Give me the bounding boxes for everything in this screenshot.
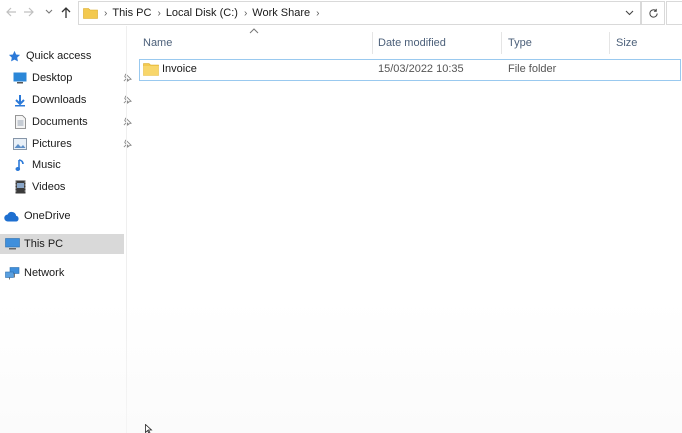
forward-button[interactable] bbox=[20, 3, 38, 21]
sort-ascending-icon bbox=[249, 28, 259, 34]
sidebar-item-pictures[interactable]: Pictures bbox=[0, 134, 136, 154]
address-bar[interactable]: › This PC › Local Disk (C:) › Work Share… bbox=[78, 1, 641, 25]
sidebar-item-quick-access[interactable]: Quick access bbox=[0, 46, 130, 66]
refresh-icon bbox=[648, 8, 658, 18]
file-explorer-window: › This PC › Local Disk (C:) › Work Share… bbox=[0, 0, 682, 433]
up-arrow-icon bbox=[61, 6, 71, 18]
sidebar-item-label: Pictures bbox=[32, 138, 72, 150]
navigation-pane: Quick access Desktop Downloads Documents bbox=[0, 26, 132, 433]
column-header-size[interactable]: Size bbox=[616, 34, 637, 52]
address-dropdown-button[interactable] bbox=[622, 6, 636, 20]
breadcrumb-separator[interactable]: › bbox=[157, 8, 160, 19]
column-header-name[interactable]: Name bbox=[143, 34, 172, 52]
file-type: File folder bbox=[508, 63, 557, 75]
column-separator[interactable] bbox=[609, 32, 610, 54]
breadcrumb-local-disk[interactable]: Local Disk (C:) bbox=[166, 7, 238, 19]
sidebar-item-label: Downloads bbox=[32, 94, 87, 106]
back-arrow-icon bbox=[6, 7, 16, 17]
sidebar-item-label: Videos bbox=[32, 181, 66, 193]
sidebar-item-label: Music bbox=[32, 159, 61, 171]
column-header-date-modified[interactable]: Date modified bbox=[378, 34, 446, 52]
breadcrumb-separator: › bbox=[104, 7, 108, 19]
sidebar-item-label: Documents bbox=[32, 116, 88, 128]
file-date-modified: 15/03/2022 10:35 bbox=[378, 63, 464, 75]
sidebar-item-onedrive[interactable]: OneDrive bbox=[0, 206, 128, 226]
folder-icon bbox=[143, 62, 159, 77]
forward-arrow-icon bbox=[24, 7, 34, 17]
sidebar-item-downloads[interactable]: Downloads bbox=[0, 90, 136, 110]
sidebar-item-this-pc[interactable]: This PC bbox=[0, 234, 124, 254]
sidebar-item-label: This PC bbox=[24, 238, 64, 250]
file-name[interactable]: Invoice bbox=[162, 63, 197, 75]
recent-locations-button[interactable] bbox=[40, 3, 58, 21]
download-icon bbox=[12, 92, 28, 108]
document-icon bbox=[12, 114, 28, 130]
sidebar-item-music[interactable]: Music bbox=[0, 155, 136, 175]
folder-icon bbox=[83, 6, 98, 20]
chevron-down-icon bbox=[45, 9, 53, 14]
mouse-cursor-icon bbox=[145, 424, 153, 433]
computer-icon bbox=[4, 236, 20, 252]
column-separator[interactable] bbox=[501, 32, 502, 54]
sidebar-item-label: Network bbox=[24, 267, 65, 279]
sidebar-item-documents[interactable]: Documents bbox=[0, 112, 136, 132]
desktop-icon bbox=[12, 70, 28, 86]
sidebar-item-label: Desktop bbox=[32, 72, 73, 84]
file-row[interactable]: Invoice 15/03/2022 10:35 File folder bbox=[139, 59, 681, 81]
up-button[interactable] bbox=[57, 3, 75, 21]
refresh-button[interactable] bbox=[641, 1, 665, 25]
network-icon bbox=[4, 265, 20, 281]
breadcrumb-separator[interactable]: › bbox=[244, 8, 247, 19]
pictures-icon bbox=[12, 136, 28, 152]
file-list-view: Name Date modified Type Size Invoice 15/… bbox=[127, 26, 682, 433]
back-button[interactable] bbox=[2, 3, 20, 21]
chevron-down-icon bbox=[625, 10, 633, 16]
sidebar-item-network[interactable]: Network bbox=[0, 263, 128, 283]
breadcrumb-work-share[interactable]: Work Share bbox=[252, 7, 310, 19]
sidebar-item-videos[interactable]: Videos bbox=[0, 177, 136, 197]
column-header-type[interactable]: Type bbox=[508, 34, 532, 52]
sidebar-item-label: OneDrive bbox=[24, 210, 71, 222]
sidebar-item-desktop[interactable]: Desktop bbox=[0, 68, 136, 88]
navigation-bar: › This PC › Local Disk (C:) › Work Share… bbox=[0, 0, 682, 26]
breadcrumb-separator[interactable]: › bbox=[316, 8, 319, 19]
music-icon bbox=[12, 157, 28, 173]
videos-icon bbox=[12, 179, 28, 195]
search-input[interactable] bbox=[666, 1, 682, 25]
breadcrumb-this-pc[interactable]: This PC bbox=[112, 7, 151, 19]
column-separator[interactable] bbox=[372, 32, 373, 54]
sidebar-item-label: Quick access bbox=[26, 50, 92, 62]
cloud-icon bbox=[4, 208, 20, 224]
star-icon bbox=[6, 48, 22, 64]
